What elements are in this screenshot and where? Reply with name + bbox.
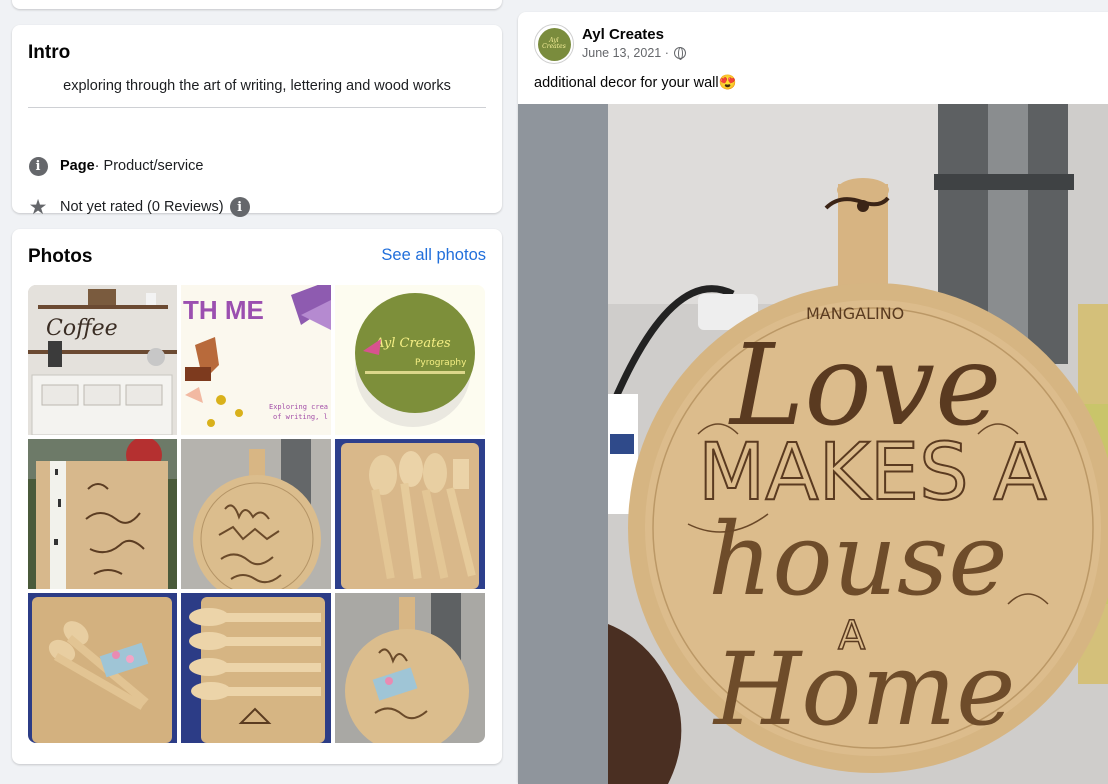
photo-grid: Coffee TH ME Exploring crea of writing, …: [28, 285, 485, 743]
cover-banner-photo[interactable]: TH ME Exploring crea of writing, l: [181, 285, 331, 435]
page-category-row: i Page · Product/service: [28, 156, 203, 176]
utensils-tied-photo[interactable]: [28, 593, 177, 743]
avatar-logo-text: Ayl Creates: [542, 37, 566, 50]
coffee-sign-text: Coffee: [46, 316, 118, 341]
divider: [28, 107, 486, 108]
birch-board-photo[interactable]: [28, 439, 177, 589]
rating-text: Not yet rated (0 Reviews): [60, 199, 224, 215]
page-category: · Product/service: [94, 158, 204, 174]
post-photo[interactable]: MANGALINO Love MAKES A house A Home: [518, 104, 1108, 784]
banner-caption-1: Exploring crea: [269, 403, 328, 411]
love-house-board-thumb[interactable]: [181, 439, 331, 589]
previous-card: [12, 0, 502, 9]
page-avatar[interactable]: Ayl Creates: [534, 24, 574, 64]
post-card: Ayl Creates Ayl Creates June 13, 2021 · …: [518, 12, 1108, 784]
avatar-logo: Ayl Creates: [537, 27, 571, 61]
see-all-photos-link[interactable]: See all photos: [381, 246, 486, 265]
anitas-kitchen-spoons-photo[interactable]: [181, 593, 331, 743]
photos-card: Photos See all photos Coffee TH ME Explo…: [12, 229, 502, 764]
info-icon: i: [28, 156, 48, 176]
post-date[interactable]: June 13, 2021 ·: [582, 46, 669, 60]
banner-text: TH ME: [183, 295, 264, 325]
banner-caption-2: of writing, l: [273, 413, 328, 421]
intro-title: Intro: [28, 42, 71, 63]
intro-card: Intro exploring through the art of writi…: [12, 25, 502, 218]
board-text-home: Home: [712, 631, 1015, 748]
globe-icon[interactable]: [673, 47, 686, 60]
rating-info-icon[interactable]: i: [229, 197, 250, 217]
page-label: Page: [60, 158, 95, 174]
star-icon: ★: [28, 195, 48, 219]
photos-title: Photos: [28, 246, 93, 267]
logo-text: Ayl Creates: [374, 336, 451, 351]
ayl-creates-logo-photo[interactable]: Ayl Creates Pyrography: [335, 285, 485, 435]
rating-row: ★ Not yet rated (0 Reviews) i: [28, 195, 250, 219]
logo-subtext: Pyrography: [415, 358, 467, 368]
coffee-shelf-photo[interactable]: Coffee: [28, 285, 177, 435]
board-text-house: house: [708, 501, 1008, 618]
love-board-gift-photo[interactable]: [335, 593, 485, 743]
spoons-board-photo[interactable]: [335, 439, 485, 589]
post-meta: June 13, 2021 ·: [582, 46, 686, 60]
post-author[interactable]: Ayl Creates: [582, 26, 664, 43]
post-caption: additional decor for your wall😍: [534, 75, 737, 91]
intro-bio: exploring through the art of writing, le…: [63, 78, 451, 94]
